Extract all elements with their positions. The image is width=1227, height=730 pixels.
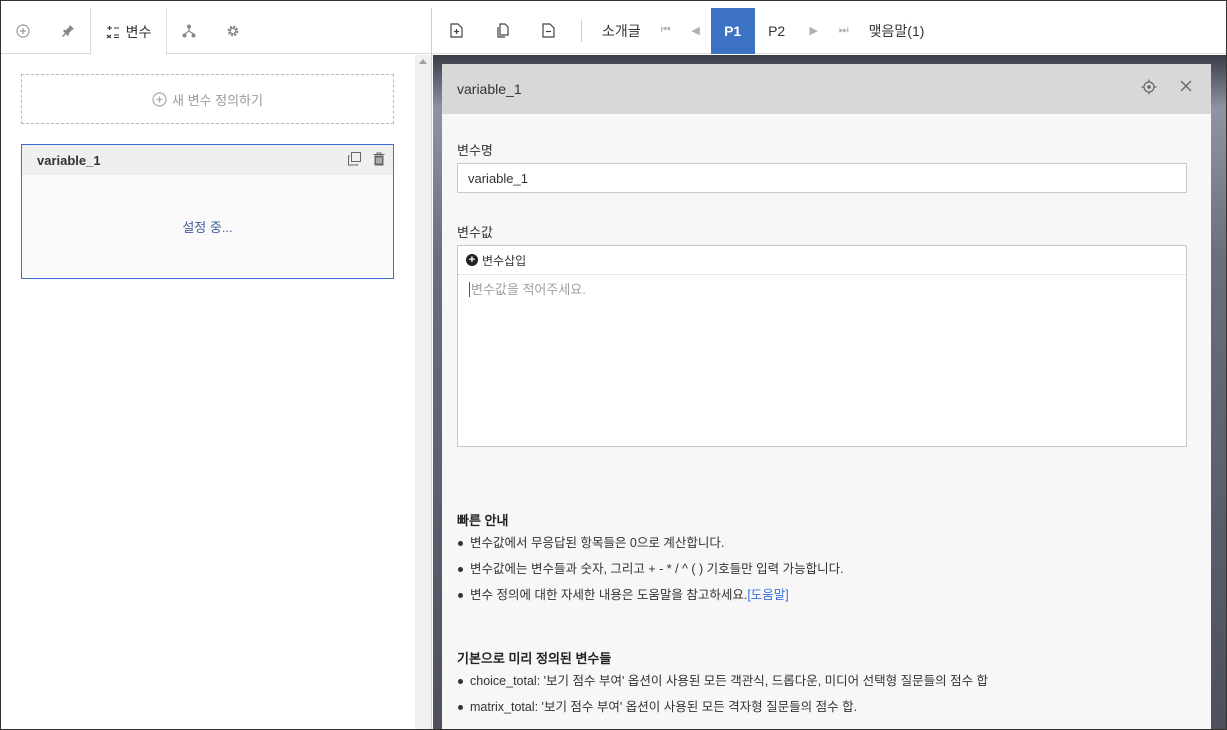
variable-card-name: variable_1 [37, 152, 101, 168]
copy-page-button[interactable] [479, 8, 525, 54]
prev-icon: ◀ [691, 25, 700, 37]
scroll-up-arrow-icon[interactable] [419, 59, 427, 64]
insert-variable-label: 변수삽입 [482, 253, 527, 268]
tab-variables-label: 변수 [125, 23, 152, 40]
close-icon[interactable] [1179, 79, 1193, 93]
variable-card-status: 설정 중... [182, 220, 233, 235]
page-toolbar: 소개글 ⏮ ◀ P1 P2 ▶ ⏭ 맺음말(1) [433, 7, 1226, 54]
sidebar-tabs: 변수 [1, 8, 431, 55]
tab-add[interactable] [1, 8, 45, 54]
tab-pin[interactable] [45, 8, 90, 54]
app-window: 변수 새 변수 정의하기 variable_1 설정 중... 소개글 ⏮ ◀ … [0, 0, 1227, 730]
list-item: 변수값에서 무응답된 항목들은 0으로 계산합니다. [457, 530, 844, 556]
predefined-variables-list: choice_total: '보기 점수 부여' 옵션이 사용된 모든 객관식,… [457, 668, 988, 720]
page-tab-p1[interactable]: P1 [710, 7, 755, 54]
predefined-variables-title: 기본으로 미리 정의된 변수들 [457, 651, 612, 666]
card-actions [348, 152, 385, 166]
new-variable-button[interactable]: 새 변수 정의하기 [21, 74, 394, 124]
remove-page-button[interactable] [525, 8, 571, 54]
closing-page-tab[interactable]: 맺음말(1) [859, 8, 935, 54]
branch-icon [182, 24, 196, 38]
skip-first-icon: ⏮ [660, 24, 671, 36]
variable-editor-header: variable_1 [442, 64, 1211, 114]
list-item-text: 변수값에서 무응답된 항목들은 0으로 계산합니다. [470, 536, 725, 550]
variable-value-label: 변수값 [457, 225, 493, 240]
variable-editor-title: variable_1 [457, 81, 522, 97]
list-item-text: choice_total: '보기 점수 부여' 옵션이 사용된 모든 객관식,… [470, 674, 989, 688]
new-variable-label: 새 변수 정의하기 [172, 92, 263, 108]
tab-branch[interactable] [167, 8, 211, 54]
gear-icon [227, 25, 239, 37]
sidebar-scrollbar[interactable] [415, 55, 431, 729]
remove-page-icon [541, 23, 555, 38]
add-page-icon [449, 23, 463, 38]
variable-editor-panel: variable_1 변수명 variable_1 변수값 + 변수삽입 변수값… [442, 64, 1211, 729]
list-item: matrix_total: '보기 점수 부여' 옵션이 사용된 모든 격자형 … [457, 694, 988, 720]
copy-page-icon [496, 23, 509, 38]
trash-icon[interactable] [373, 152, 385, 166]
list-item-text: 변수값에는 변수들과 숫자, 그리고 + - * / ^ ( ) 기호들만 입력… [470, 562, 844, 576]
list-item: 변수값에는 변수들과 숫자, 그리고 + - * / ^ ( ) 기호들만 입력… [457, 556, 844, 582]
locate-icon[interactable] [1141, 79, 1157, 95]
tab-variables[interactable]: 변수 [90, 8, 167, 55]
next-page-button[interactable]: ▶ [799, 8, 829, 54]
variables-list: 새 변수 정의하기 variable_1 설정 중... [1, 55, 415, 729]
pin-icon [61, 25, 74, 37]
quick-guide-title: 빠른 안내 [457, 513, 509, 528]
help-link[interactable]: [도움말] [747, 588, 788, 602]
page-tab-p2[interactable]: P2 [755, 8, 799, 54]
last-page-button[interactable]: ⏭ [829, 8, 859, 54]
variables-icon [106, 25, 119, 38]
variables-sidebar: 변수 새 변수 정의하기 variable_1 설정 중... [1, 8, 432, 729]
plus-circle-icon: + [466, 254, 478, 266]
next-icon: ▶ [809, 25, 818, 37]
add-page-button[interactable] [433, 8, 479, 54]
first-page-button[interactable]: ⏮ [651, 8, 681, 54]
list-item-text: 변수 정의에 대한 자세한 내용은 도움말을 참고하세요. [470, 588, 748, 602]
variable-card-header: variable_1 [22, 145, 393, 175]
variable-name-input[interactable]: variable_1 [457, 163, 1187, 193]
skip-last-icon: ⏭ [838, 24, 849, 36]
quick-guide-list: 변수값에서 무응답된 항목들은 0으로 계산합니다. 변수값에는 변수들과 숫자… [457, 530, 844, 608]
list-item: choice_total: '보기 점수 부여' 옵션이 사용된 모든 객관식,… [457, 668, 988, 694]
panel-header-actions [1141, 79, 1193, 95]
list-item: 변수 정의에 대한 자세한 내용은 도움말을 참고하세요.[도움말] [457, 582, 844, 608]
list-item-text: matrix_total: '보기 점수 부여' 옵션이 사용된 모든 격자형 … [470, 700, 858, 714]
add-circle-icon [16, 24, 30, 38]
copy-icon[interactable] [348, 152, 361, 166]
insert-variable-button[interactable]: + 변수삽입 [458, 246, 1186, 275]
variable-value-editor: + 변수삽입 변수값을 적어주세요. [457, 245, 1187, 447]
intro-page-tab[interactable]: 소개글 [592, 8, 651, 54]
tab-settings[interactable] [211, 8, 255, 54]
prev-page-button[interactable]: ◀ [681, 8, 711, 54]
variable-value-textarea[interactable]: 변수값을 적어주세요. [469, 282, 586, 297]
variable-card[interactable]: variable_1 설정 중... [21, 144, 394, 279]
variable-name-label: 변수명 [457, 143, 493, 158]
add-circle-icon [152, 91, 167, 107]
toolbar-divider [581, 19, 582, 42]
